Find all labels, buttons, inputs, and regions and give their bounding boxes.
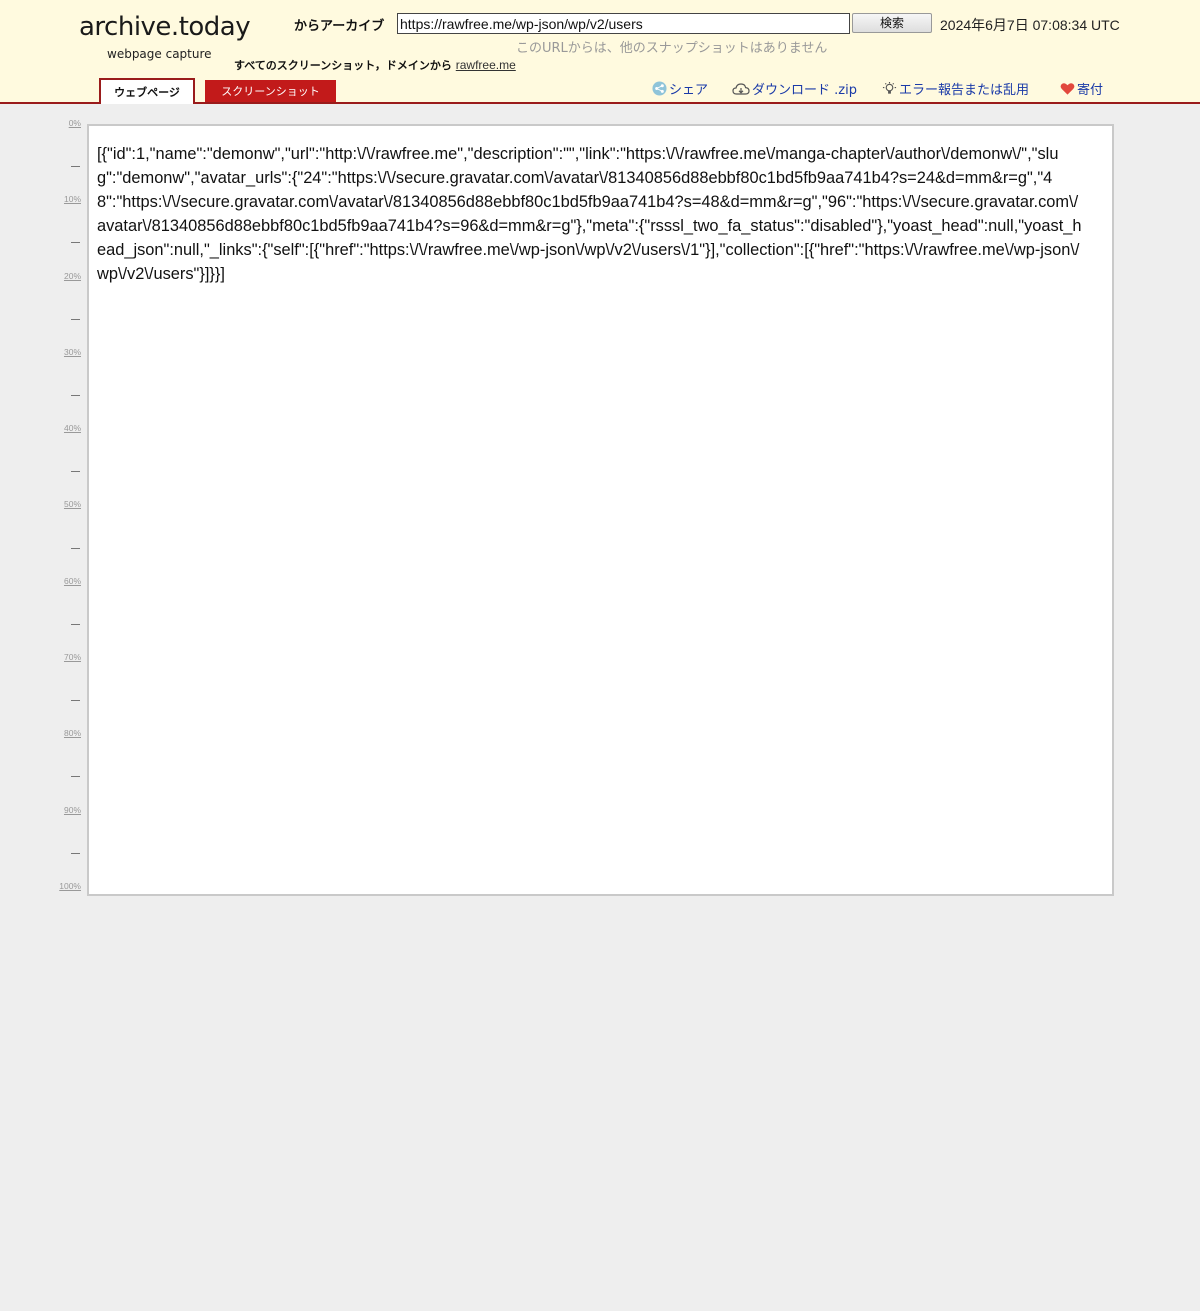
search-button[interactable]: 検索 [852,13,932,33]
donate-label: 寄付 [1077,83,1104,98]
donate-link[interactable]: 寄付 [1060,79,1103,100]
ruler-dash [71,471,80,472]
archived-json-content: [{"id":1,"name":"demonw","url":"http:\/\… [97,145,1082,283]
ruler-dash [71,700,80,701]
ruler-tick[interactable]: 0% [69,118,81,128]
ruler-tick[interactable]: 10% [64,194,81,204]
share-link[interactable]: シェア [652,79,708,100]
ruler-tick[interactable]: 60% [64,576,81,586]
ruler-dash [71,319,80,320]
url-input[interactable] [397,13,850,34]
share-icon [652,81,667,100]
download-label: ダウンロード .zip [752,83,857,98]
download-link[interactable]: ダウンロード .zip [732,79,857,100]
ruler-dash [71,242,80,243]
share-label: シェア [669,83,709,98]
domain-link[interactable]: rawfree.me [456,58,516,72]
ruler-tick[interactable]: 50% [64,499,81,509]
ruler-tick[interactable]: 70% [64,652,81,662]
archive-header: archive.today webpage capture からアーカイブ 検索… [0,0,1200,104]
capture-timestamp[interactable]: 2024年6月7日 07:08:34 UTC [940,15,1120,35]
all-screenshots-line: すべてのスクリーンショット，ドメインから rawfree.me [234,57,516,73]
ruler-tick[interactable]: 100% [59,881,81,891]
ruler-tick[interactable]: 80% [64,728,81,738]
site-subtitle: webpage capture [107,47,212,61]
archive-from-label: からアーカイブ [294,19,385,34]
ruler-dash [71,395,80,396]
ruler-tick[interactable]: 20% [64,271,81,281]
site-logo[interactable]: archive.today [79,12,251,42]
tab-screenshot[interactable]: スクリーンショット [205,80,336,102]
cloud-download-icon [732,82,750,100]
heart-icon [1060,82,1075,100]
bulb-icon [882,81,897,100]
archived-page-frame: [{"id":1,"name":"demonw","url":"http:\/\… [87,124,1114,896]
report-link[interactable]: エラー報告または乱用 [882,79,1029,100]
ruler-tick[interactable]: 90% [64,805,81,815]
all-screenshots-label: すべてのスクリーンショット，ドメインから [234,59,452,72]
ruler-dash [71,776,80,777]
ruler-dash [71,166,80,167]
ruler-tick[interactable]: 40% [64,423,81,433]
no-snapshots-notice: このURLからは、他のスナップショットはありません [516,41,828,56]
ruler-dash [71,853,80,854]
scroll-ruler: 0% 10% 20% 30% 40% 50% 60% 70% 80% 90% 1… [48,116,82,896]
tab-webpage[interactable]: ウェブページ [99,78,195,104]
report-label: エラー報告または乱用 [899,83,1030,98]
ruler-tick[interactable]: 30% [64,347,81,357]
ruler-dash [71,624,80,625]
ruler-dash [71,548,80,549]
